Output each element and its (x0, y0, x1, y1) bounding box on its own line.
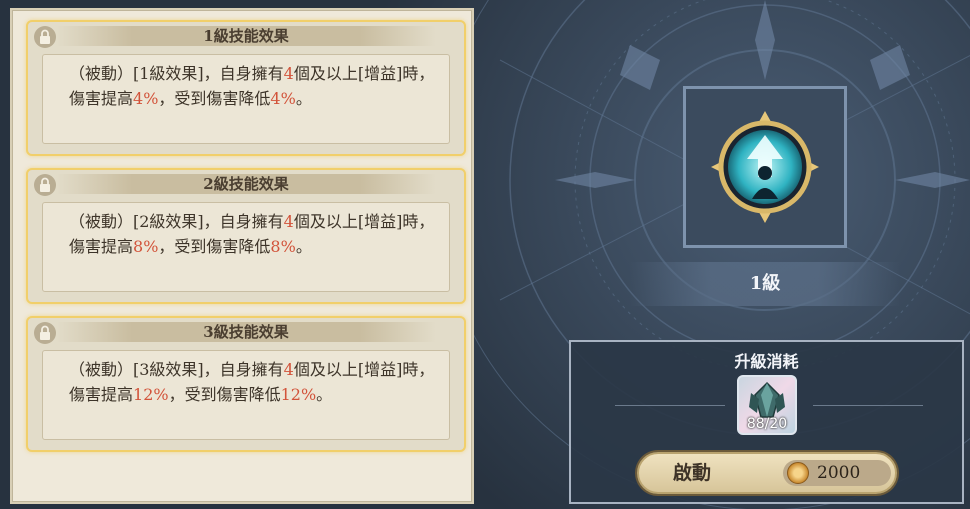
material-count: 88/20 (746, 416, 788, 432)
lock-icon (34, 26, 56, 48)
gold-coin-icon (787, 462, 809, 484)
lock-icon (34, 174, 56, 196)
divider (615, 405, 725, 406)
activate-button-label: 啟動 (673, 462, 712, 484)
skill-level-title: 1級技能效果 (203, 27, 289, 45)
skill-level-description: （被動）[3級效果]，自身擁有4個及以上[增益]時，傷害提高12%，受到傷害降低… (42, 350, 450, 440)
activate-button[interactable]: 啟動 2000 (637, 452, 897, 494)
skill-level-label: 1級 (749, 273, 781, 294)
cost-amount: 2000 (817, 463, 861, 483)
upgrade-cost-panel: 升級消耗 88/20 啟動 2000 (569, 340, 964, 504)
skill-level-title: 2級技能效果 (203, 175, 289, 193)
upgrade-material-slot[interactable]: 88/20 (737, 375, 797, 435)
cost-pill: 2000 (783, 460, 891, 486)
skill-level-title: 3級技能效果 (203, 323, 289, 341)
divider (813, 405, 923, 406)
skill-level-card-2: 2級技能效果 （被動）[2級效果]，自身擁有4個及以上[增益]時，傷害提高8%，… (26, 168, 466, 304)
skill-level-card-3: 3級技能效果 （被動）[3級效果]，自身擁有4個及以上[增益]時，傷害提高12%… (26, 316, 466, 452)
skill-level-description: （被動）[2級效果]，自身擁有4個及以上[增益]時，傷害提高8%，受到傷害降低8… (42, 202, 450, 292)
skill-level-description: （被動）[1級效果]，自身擁有4個及以上[增益]時，傷害提高4%，受到傷害降低4… (42, 54, 450, 144)
upgrade-cost-title: 升級消耗 (734, 352, 799, 371)
skill-level-card-1: 1級技能效果 （被動）[1級效果]，自身擁有4個及以上[增益]時，傷害提高4%，… (26, 20, 466, 156)
lock-icon (34, 322, 56, 344)
skill-icon-frame (683, 86, 847, 248)
skill-effects-panel: 1級技能效果 （被動）[1級效果]，自身擁有4個及以上[增益]時，傷害提高4%，… (10, 8, 474, 504)
ascend-figure-icon[interactable] (686, 89, 844, 245)
